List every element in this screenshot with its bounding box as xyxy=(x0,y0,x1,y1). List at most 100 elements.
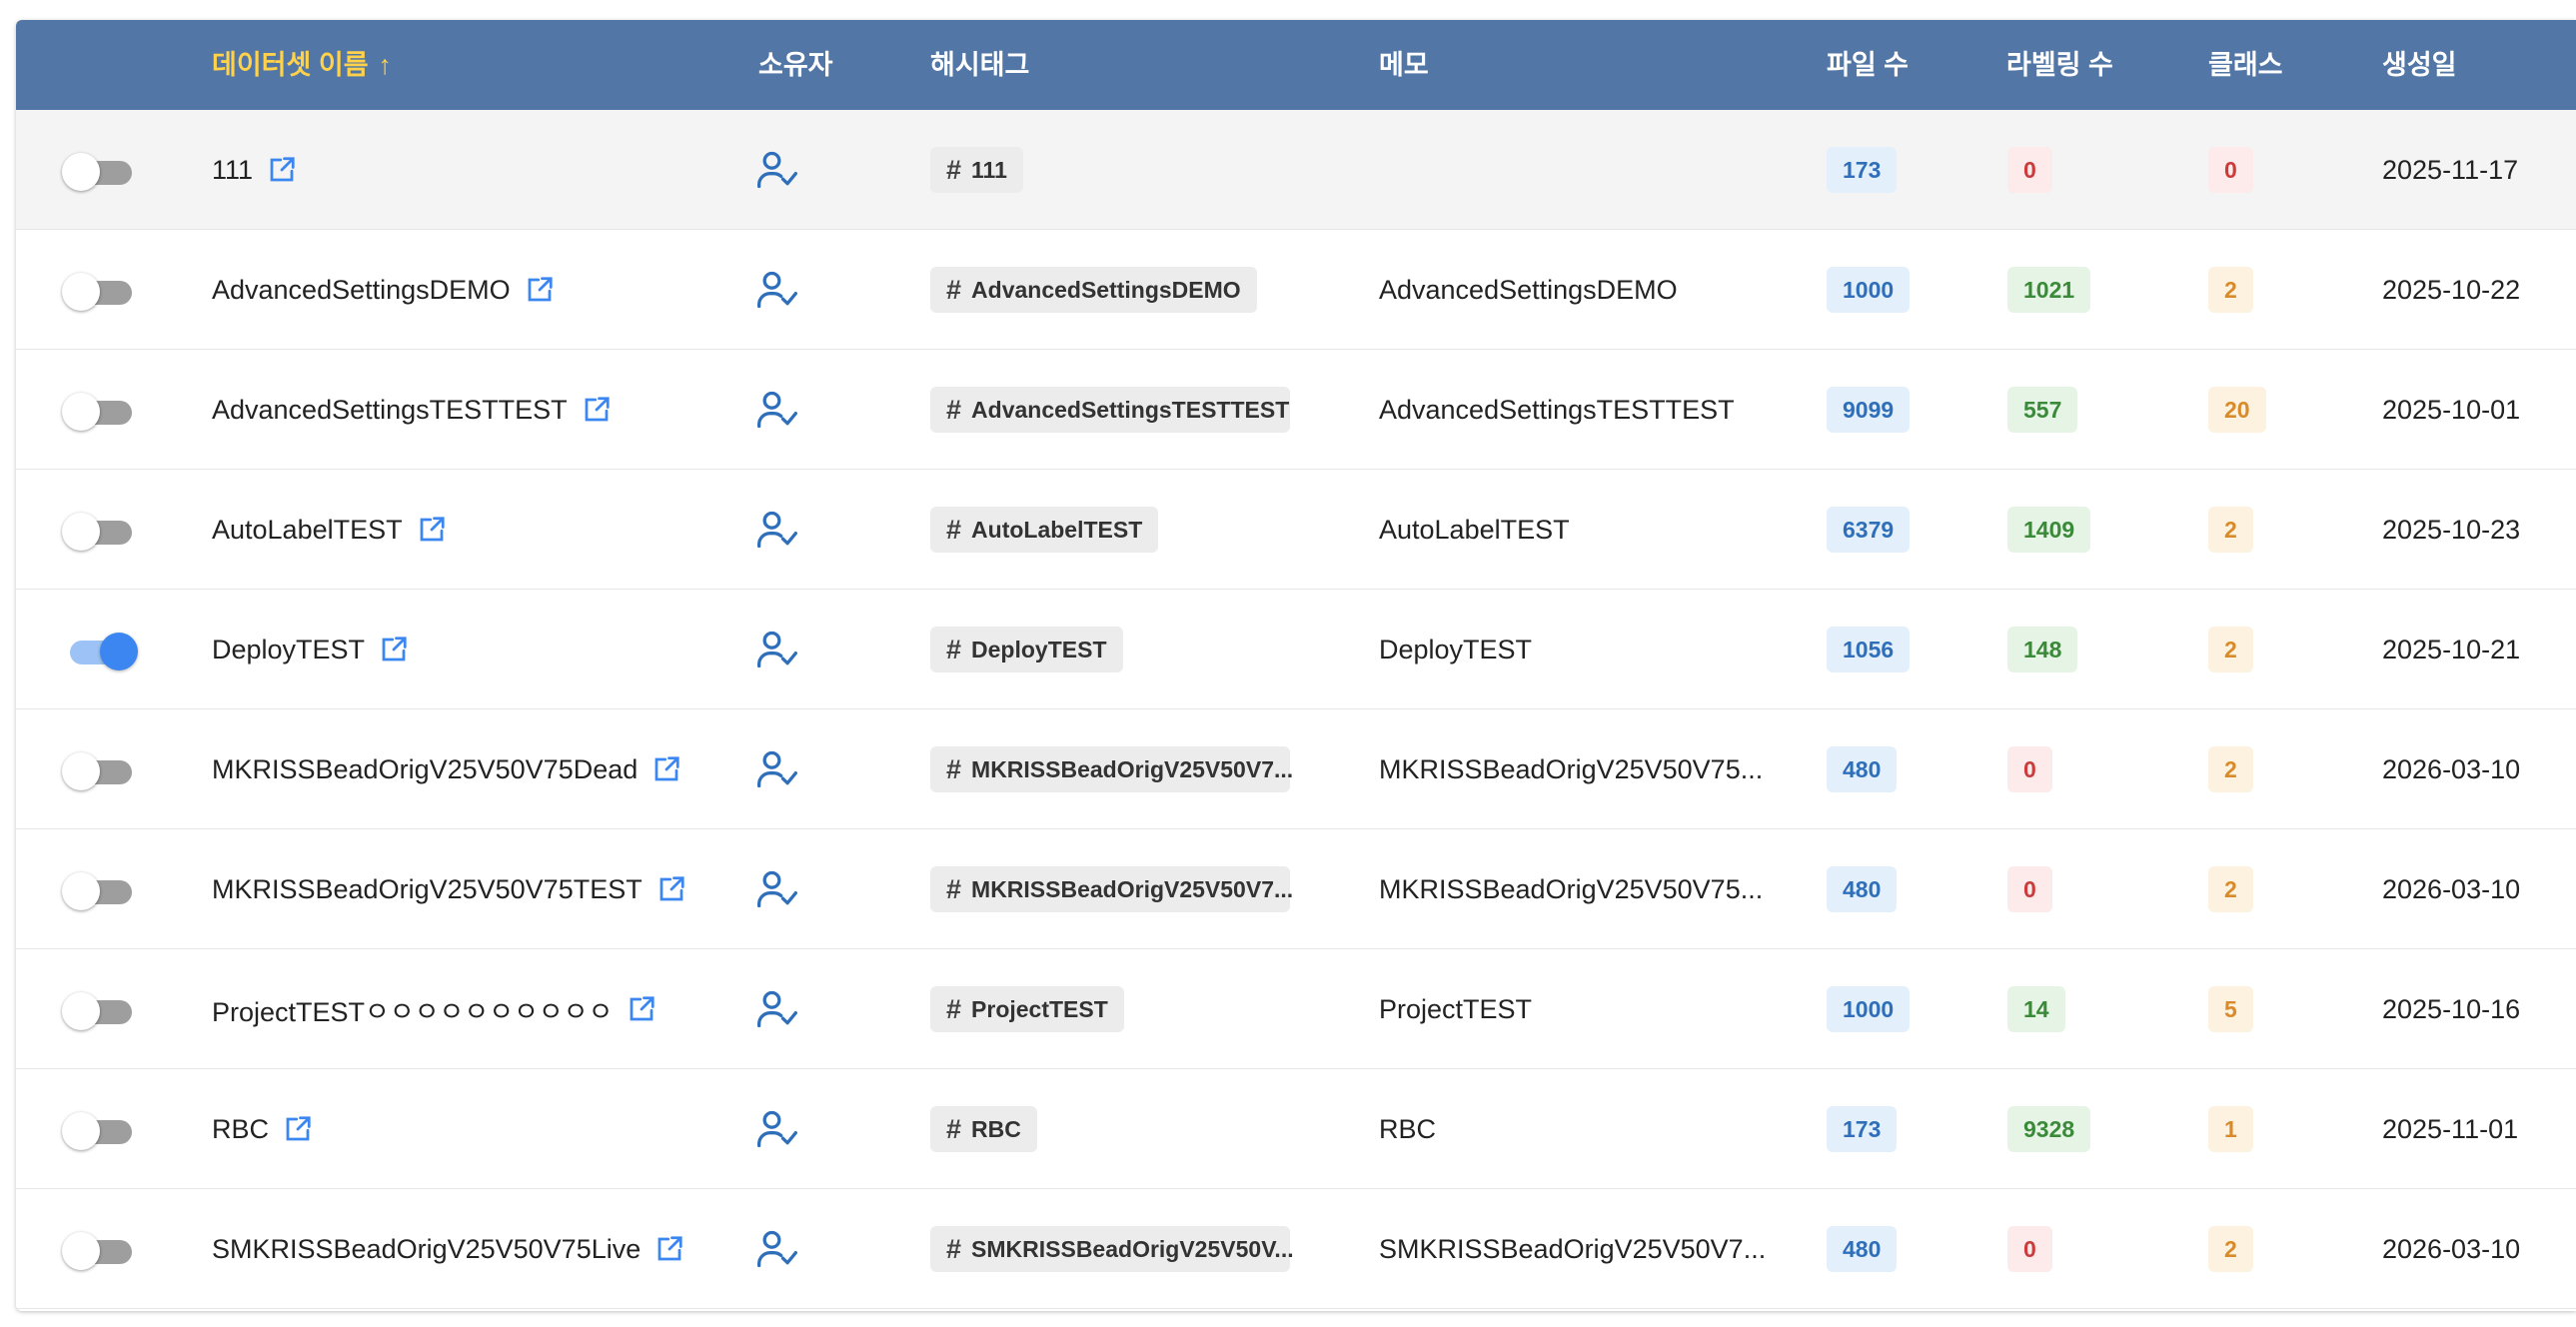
hashtag-text: DeployTEST xyxy=(971,636,1107,663)
created-date: 2025-10-23 xyxy=(2382,514,2521,545)
hashtag-chip[interactable]: # AdvancedSettingsTESTTEST xyxy=(930,387,1290,433)
hashtag-chip[interactable]: # AdvancedSettingsDEMO xyxy=(930,267,1257,313)
active-toggle[interactable] xyxy=(62,270,138,311)
active-toggle[interactable] xyxy=(62,630,138,670)
table-row: MKRISSBeadOrigV25V50V75Dead # MKRISSBead… xyxy=(16,709,2576,829)
hashtag-text: ProjectTEST xyxy=(971,995,1108,1022)
class-count-badge: 2 xyxy=(2208,627,2253,672)
hashtag-chip[interactable]: # ProjectTEST xyxy=(930,986,1124,1032)
class-count-badge: 2 xyxy=(2208,746,2253,792)
class-count-badge: 2 xyxy=(2208,267,2253,313)
column-header-hashtag[interactable]: 해시태그 xyxy=(930,20,1029,110)
dataset-name: RBC xyxy=(212,1113,270,1144)
active-toggle[interactable] xyxy=(62,390,138,431)
memo-text: DeployTEST xyxy=(1379,634,1533,664)
user-check-icon[interactable] xyxy=(755,268,799,312)
label-count-badge: 0 xyxy=(2007,147,2052,193)
class-count-badge: 2 xyxy=(2208,507,2253,553)
class-count-badge: 20 xyxy=(2208,387,2266,433)
table-row: AdvancedSettingsTESTTEST # AdvancedSetti… xyxy=(16,350,2576,470)
memo-text: AutoLabelTEST xyxy=(1379,514,1570,545)
external-link-icon[interactable] xyxy=(525,275,555,305)
hashtag-text: AutoLabelTEST xyxy=(971,516,1143,543)
memo-text: AdvancedSettingsDEMO xyxy=(1379,274,1678,305)
user-check-icon[interactable] xyxy=(755,867,799,911)
memo-text: RBC xyxy=(1379,1113,1437,1144)
hashtag-chip[interactable]: # MKRISSBeadOrigV25V50V7... xyxy=(930,746,1294,792)
hashtag-chip[interactable]: # SMKRISSBeadOrigV25V50V... xyxy=(930,1226,1294,1272)
file-count-badge: 1056 xyxy=(1827,627,1911,672)
label-count-badge: 0 xyxy=(2007,866,2052,912)
hashtag-text: MKRISSBeadOrigV25V50V7... xyxy=(971,755,1294,782)
class-count-badge: 1 xyxy=(2208,1106,2253,1152)
hashtag-text: SMKRISSBeadOrigV25V50V... xyxy=(971,1235,1294,1262)
hashtag-chip[interactable]: # 111 xyxy=(930,147,1023,193)
hashtag-text: 111 xyxy=(971,156,1007,183)
external-link-icon[interactable] xyxy=(651,754,681,784)
active-toggle[interactable] xyxy=(62,1109,138,1150)
file-count-badge: 1000 xyxy=(1827,267,1911,313)
column-header-memo[interactable]: 메모 xyxy=(1379,20,1429,110)
external-link-icon[interactable] xyxy=(417,515,447,545)
active-toggle[interactable] xyxy=(62,749,138,790)
toggle-knob xyxy=(62,872,100,910)
table-row: ProjectTESTㅇㅇㅇㅇㅇㅇㅇㅇㅇㅇ # ProjectTEST Proj… xyxy=(16,949,2576,1069)
user-check-icon[interactable] xyxy=(755,1227,799,1271)
user-check-icon[interactable] xyxy=(755,1107,799,1151)
user-check-icon[interactable] xyxy=(755,747,799,791)
user-check-icon[interactable] xyxy=(755,148,799,192)
active-toggle[interactable] xyxy=(62,150,138,191)
external-link-icon[interactable] xyxy=(267,155,297,185)
file-count-badge: 480 xyxy=(1827,1226,1898,1272)
active-toggle[interactable] xyxy=(62,989,138,1030)
created-date: 2025-10-16 xyxy=(2382,993,2521,1024)
created-date: 2025-10-01 xyxy=(2382,394,2521,425)
column-header-files[interactable]: 파일 수 xyxy=(1827,20,1909,110)
column-header-classes[interactable]: 클래스 xyxy=(2208,20,2283,110)
label-count-badge: 1021 xyxy=(2007,267,2091,313)
hashtag-chip[interactable]: # MKRISSBeadOrigV25V50V7... xyxy=(930,866,1294,912)
external-link-icon[interactable] xyxy=(627,994,656,1024)
label-count-badge: 557 xyxy=(2007,387,2078,433)
column-header-created[interactable]: 생성일 xyxy=(2382,20,2457,110)
hashtag-text: AdvancedSettingsDEMO xyxy=(971,276,1241,303)
column-header-name-label: 데이터셋 이름 xyxy=(212,50,369,80)
table-row: 111 # 111 173 0 0 2025-11-17 xyxy=(16,110,2576,230)
column-header-owner[interactable]: 소유자 xyxy=(758,20,833,110)
hash-icon: # xyxy=(946,394,962,425)
file-count-badge: 173 xyxy=(1827,1106,1898,1152)
dataset-table: 데이터셋 이름 ↑ 소유자 해시태그 메모 파일 수 라벨링 수 클래스 생성일 … xyxy=(16,20,2576,1311)
external-link-icon[interactable] xyxy=(379,635,409,664)
class-count-badge: 0 xyxy=(2208,147,2253,193)
file-count-badge: 9099 xyxy=(1827,387,1911,433)
hashtag-chip[interactable]: # RBC xyxy=(930,1106,1037,1152)
active-toggle[interactable] xyxy=(62,1229,138,1270)
dataset-name: AdvancedSettingsDEMO xyxy=(212,274,511,305)
active-toggle[interactable] xyxy=(62,869,138,910)
user-check-icon[interactable] xyxy=(755,388,799,432)
hash-icon: # xyxy=(946,1233,962,1264)
toggle-knob xyxy=(62,273,100,311)
hash-icon: # xyxy=(946,1113,962,1144)
hashtag-chip[interactable]: # DeployTEST xyxy=(930,627,1123,672)
external-link-icon[interactable] xyxy=(283,1114,313,1144)
toggle-knob xyxy=(62,1112,100,1150)
user-check-icon[interactable] xyxy=(755,987,799,1031)
user-check-icon[interactable] xyxy=(755,628,799,671)
file-count-badge: 173 xyxy=(1827,147,1898,193)
external-link-icon[interactable] xyxy=(656,874,686,904)
column-header-name[interactable]: 데이터셋 이름 ↑ xyxy=(212,20,392,110)
class-count-badge: 2 xyxy=(2208,1226,2253,1272)
column-header-labels[interactable]: 라벨링 수 xyxy=(2006,20,2113,110)
user-check-icon[interactable] xyxy=(755,508,799,552)
table-row: MKRISSBeadOrigV25V50V75TEST # MKRISSBead… xyxy=(16,829,2576,949)
hashtag-chip[interactable]: # AutoLabelTEST xyxy=(930,507,1159,553)
hashtag-text: MKRISSBeadOrigV25V50V7... xyxy=(971,875,1294,902)
active-toggle[interactable] xyxy=(62,510,138,551)
external-link-icon[interactable] xyxy=(654,1234,684,1264)
dataset-name: SMKRISSBeadOrigV25V50V75Live xyxy=(212,1233,642,1264)
sort-ascending-icon: ↑ xyxy=(378,50,393,80)
label-count-badge: 1409 xyxy=(2007,507,2091,553)
external-link-icon[interactable] xyxy=(582,395,612,425)
created-date: 2026-03-10 xyxy=(2382,873,2521,904)
